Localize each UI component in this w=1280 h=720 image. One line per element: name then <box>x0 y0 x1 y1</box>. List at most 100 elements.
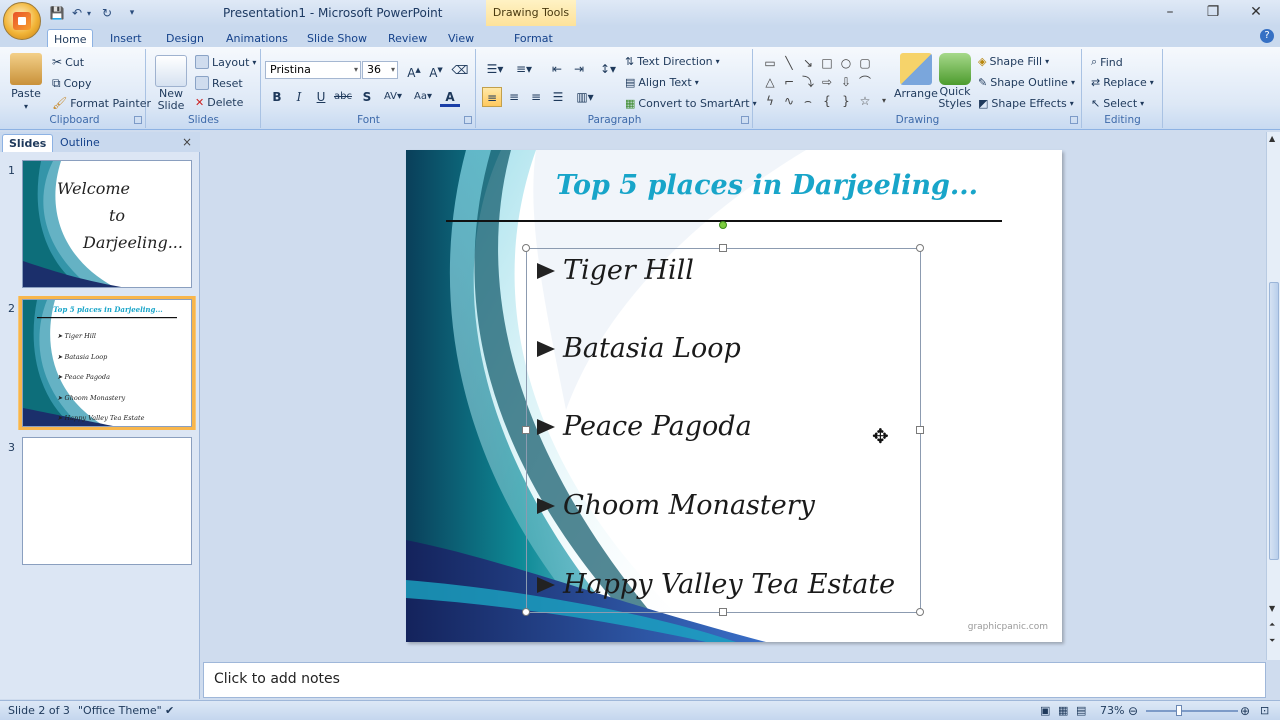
next-slide-icon[interactable]: ⏷ <box>1269 636 1275 646</box>
italic-icon[interactable]: I <box>289 87 309 107</box>
paragraph-launcher-icon[interactable] <box>741 116 749 124</box>
shape-outline-button[interactable]: ✎ Shape Outline ▾ <box>978 76 1075 89</box>
slide-thumbnail-1[interactable]: Welcome to Darjeeling... <box>22 160 192 288</box>
arc-shape-icon[interactable]: ⌢ <box>800 93 816 109</box>
triangle-shape-icon[interactable]: △ <box>762 74 778 90</box>
star-shape-icon[interactable]: ☆ <box>857 93 873 109</box>
customize-qat-icon[interactable]: ▾ <box>126 4 138 22</box>
new-slide-button[interactable]: New Slide <box>155 55 187 112</box>
scroll-up-icon[interactable]: ▲ <box>1269 134 1275 143</box>
align-right-icon[interactable]: ≡ <box>526 87 546 107</box>
tab-design[interactable]: Design <box>160 29 210 48</box>
save-icon[interactable]: 💾 <box>48 4 66 22</box>
tab-home[interactable]: Home <box>47 29 94 48</box>
office-button[interactable] <box>3 2 41 40</box>
oval-shape-icon[interactable]: ○ <box>838 55 854 71</box>
cut-button[interactable]: ✂ Cut <box>52 55 84 69</box>
right-arrow-shape-icon[interactable]: ⇨ <box>819 74 835 90</box>
resize-handle-right[interactable] <box>916 426 924 434</box>
bullet-item[interactable]: Batasia Loop <box>537 333 741 364</box>
strikethrough-icon[interactable]: abc <box>333 87 353 107</box>
bullet-item[interactable]: Tiger Hill <box>537 255 694 286</box>
find-button[interactable]: ⌕ Find <box>1091 55 1123 69</box>
grow-font-icon[interactable]: A▲ <box>404 60 424 80</box>
slide-title[interactable]: Top 5 places in Darjeeling... <box>556 170 978 201</box>
freeform-shape-icon[interactable]: ⌒ <box>857 74 873 90</box>
normal-view-icon[interactable]: ▣ <box>1040 704 1050 717</box>
rectangle-shape-icon[interactable]: □ <box>819 55 835 71</box>
arrange-button[interactable]: Arrange <box>894 53 938 100</box>
zoom-out-icon[interactable]: ⊖ <box>1128 704 1138 718</box>
textbox-shape-icon[interactable]: ▭ <box>762 55 778 71</box>
resize-handle-tl[interactable] <box>522 244 530 252</box>
rotation-handle[interactable] <box>719 221 727 229</box>
help-icon[interactable]: ? <box>1260 29 1274 43</box>
convert-smartart-button[interactable]: ▦ Convert to SmartArt ▾ <box>625 97 757 110</box>
delete-button[interactable]: ✕ Delete <box>195 96 243 109</box>
vertical-scrollbar[interactable]: ▲ ▼ ⏶ ⏷ <box>1266 132 1280 660</box>
minimize-button[interactable]: – <box>1155 3 1185 21</box>
right-brace-shape-icon[interactable]: } <box>838 93 854 109</box>
format-painter-button[interactable]: 🖌 Format Painter <box>52 96 151 110</box>
tab-outline[interactable]: Outline <box>54 134 106 152</box>
replace-button[interactable]: ⇄ Replace ▾ <box>1091 76 1154 89</box>
zoom-level[interactable]: 73% <box>1100 704 1124 717</box>
zoom-slider-thumb[interactable] <box>1176 705 1182 716</box>
paste-button[interactable]: Paste ▾ <box>10 53 42 111</box>
line-spacing-icon[interactable]: ↕▾ <box>595 59 621 79</box>
elbow-arrow-shape-icon[interactable]: ⤵ <box>800 74 816 90</box>
current-slide[interactable]: Top 5 places in Darjeeling... Tiger Hill… <box>406 150 1062 642</box>
scroll-thumb[interactable] <box>1269 282 1279 560</box>
tab-animations[interactable]: Animations <box>220 29 294 48</box>
slide-sorter-icon[interactable]: ▦ <box>1058 704 1068 717</box>
resize-handle-left[interactable] <box>522 426 530 434</box>
bold-icon[interactable]: B <box>267 87 287 107</box>
font-color-icon[interactable]: A <box>440 87 460 107</box>
align-text-button[interactable]: ▤ Align Text ▾ <box>625 76 699 89</box>
align-left-icon[interactable]: ≡ <box>482 87 502 107</box>
tab-format[interactable]: Format <box>508 29 559 48</box>
align-center-icon[interactable]: ≡ <box>504 87 524 107</box>
font-name-combo[interactable]: Pristina ▾ <box>265 61 361 79</box>
change-case-icon[interactable]: Aa▾ <box>410 87 436 107</box>
arrow-line-shape-icon[interactable]: ↘ <box>800 55 816 71</box>
tab-review[interactable]: Review <box>382 29 433 48</box>
resize-handle-bottom[interactable] <box>719 608 727 616</box>
elbow-connector-shape-icon[interactable]: ⌐ <box>781 74 797 90</box>
shape-effects-button[interactable]: ◩ Shape Effects ▾ <box>978 97 1074 110</box>
font-size-combo[interactable]: 36 ▾ <box>362 61 398 79</box>
resize-handle-br[interactable] <box>916 608 924 616</box>
left-brace-shape-icon[interactable]: { <box>819 93 835 109</box>
bullet-item[interactable]: Peace Pagoda <box>537 411 752 442</box>
close-button[interactable]: ✕ <box>1241 3 1271 21</box>
shrink-font-icon[interactable]: A▼ <box>426 60 446 80</box>
clipboard-launcher-icon[interactable] <box>134 116 142 124</box>
text-direction-button[interactable]: ⇅ Text Direction ▾ <box>625 55 720 68</box>
previous-slide-icon[interactable]: ⏶ <box>1269 620 1275 630</box>
tab-slides[interactable]: Slides <box>2 134 54 152</box>
scroll-down-icon[interactable]: ▼ <box>1269 604 1275 613</box>
bullet-item[interactable]: Happy Valley Tea Estate <box>537 569 895 600</box>
shape-fill-button[interactable]: ◈ Shape Fill ▾ <box>978 55 1049 68</box>
rounded-rect-shape-icon[interactable]: ▢ <box>857 55 873 71</box>
notes-pane[interactable]: Click to add notes <box>203 662 1266 698</box>
text-shadow-icon[interactable]: S <box>357 87 377 107</box>
slide-thumbnail-2[interactable]: Top 5 places in Darjeeling... ➤ Tiger Hi… <box>22 299 192 427</box>
underline-icon[interactable]: U <box>311 87 331 107</box>
restore-button[interactable]: ❐ <box>1198 3 1228 21</box>
resize-handle-top[interactable] <box>719 244 727 252</box>
slide-show-icon[interactable]: ▤ <box>1076 704 1086 717</box>
reset-button[interactable]: Reset <box>195 76 243 90</box>
columns-icon[interactable]: ▥▾ <box>572 87 598 107</box>
drawing-launcher-icon[interactable] <box>1070 116 1078 124</box>
down-arrow-shape-icon[interactable]: ⇩ <box>838 74 854 90</box>
tab-slide-show[interactable]: Slide Show <box>301 29 373 48</box>
numbering-icon[interactable]: ≡▾ <box>511 59 537 79</box>
curve-shape-icon[interactable]: ∿ <box>781 93 797 109</box>
bullet-item[interactable]: Ghoom Monastery <box>537 490 815 521</box>
close-pane-icon[interactable]: × <box>182 135 192 149</box>
undo-dropdown-icon[interactable]: ▾ <box>84 4 94 22</box>
bullets-icon[interactable]: ☰▾ <box>482 59 508 79</box>
bullet-textbox[interactable]: Tiger Hill Batasia Loop Peace Pagoda Gho… <box>522 221 924 616</box>
resize-handle-tr[interactable] <box>916 244 924 252</box>
